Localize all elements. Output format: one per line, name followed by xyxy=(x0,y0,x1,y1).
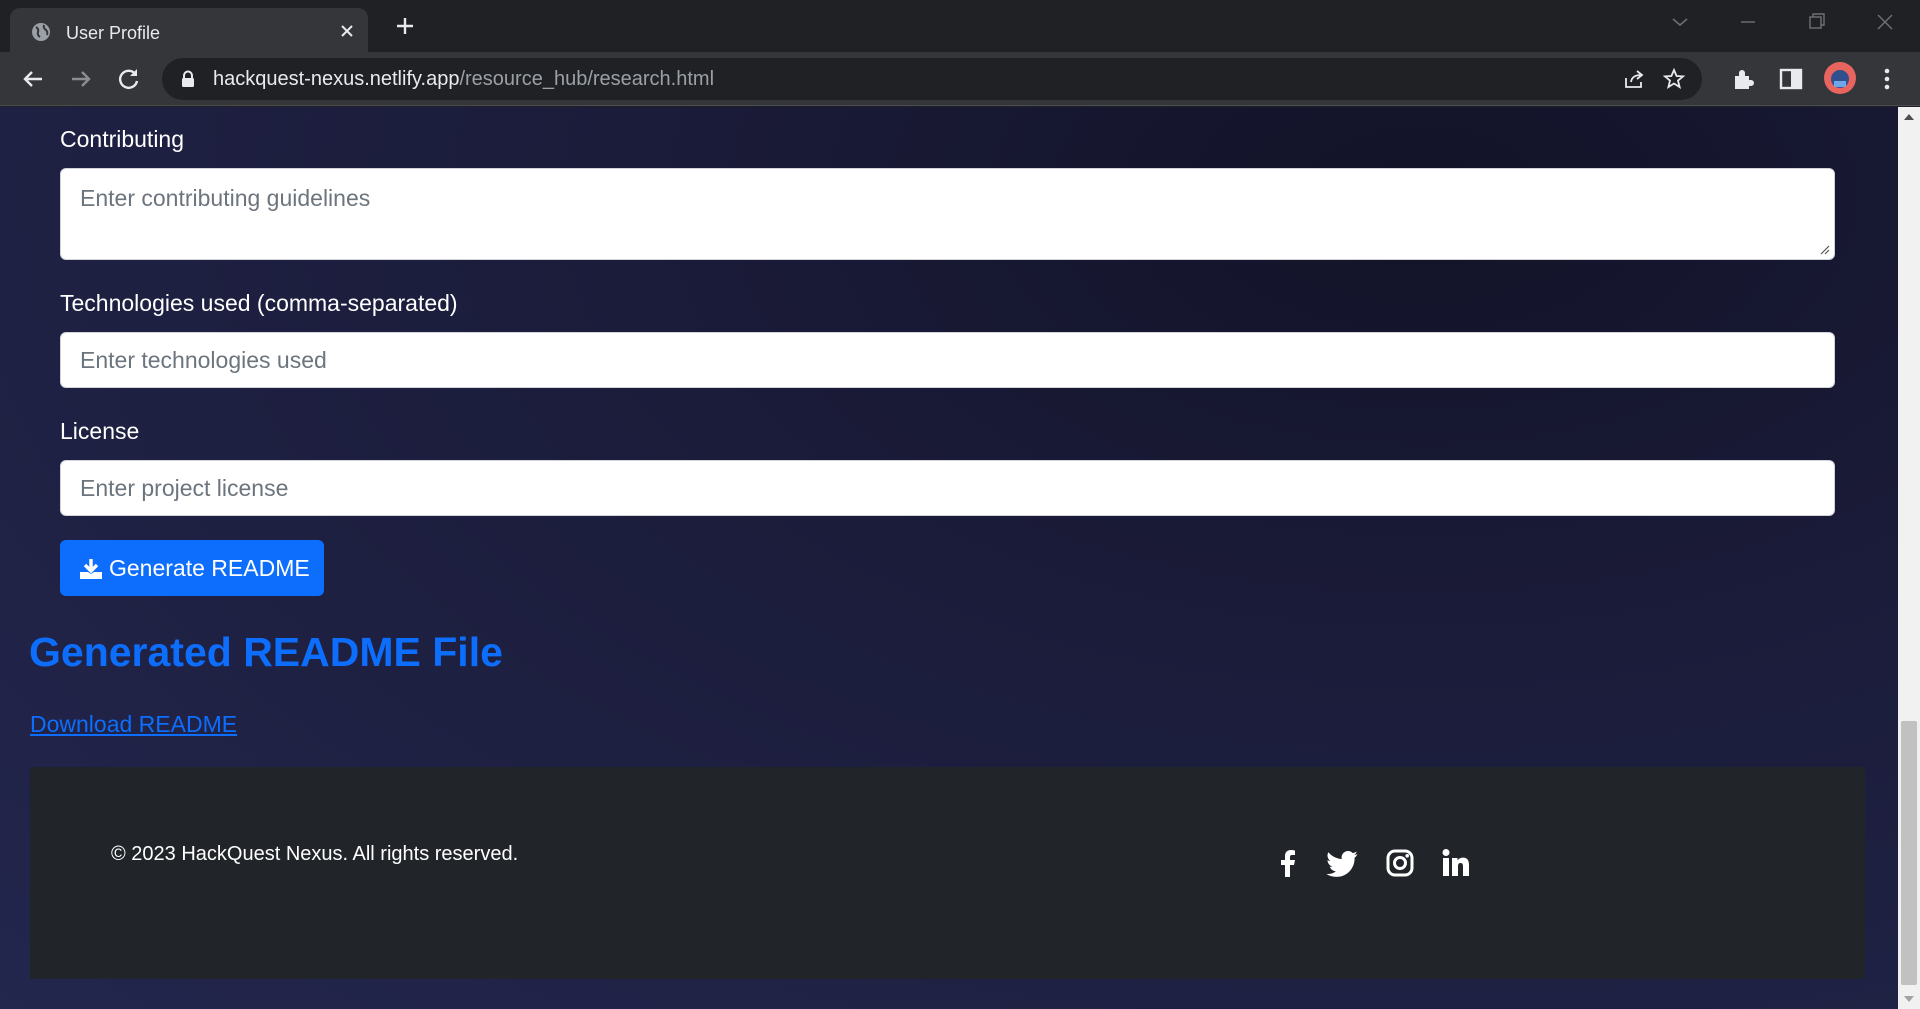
minimize-icon[interactable] xyxy=(1733,10,1763,34)
forward-arrow-icon[interactable] xyxy=(67,65,95,93)
extensions-icon[interactable] xyxy=(1729,65,1757,93)
menu-kebab-icon[interactable] xyxy=(1873,65,1901,93)
technologies-placeholder: Enter technologies used xyxy=(80,347,327,373)
side-panel-icon[interactable] xyxy=(1777,65,1805,93)
url-text[interactable]: hackquest-nexus.netlify.app/resource_hub… xyxy=(213,68,714,91)
avatar-image-icon xyxy=(1831,70,1849,88)
facebook-icon[interactable] xyxy=(1272,847,1304,879)
license-label: License xyxy=(60,418,140,444)
browser-toolbar: hackquest-nexus.netlify.app/resource_hub… xyxy=(0,52,1920,106)
profile-avatar[interactable] xyxy=(1824,62,1856,94)
address-bar[interactable]: hackquest-nexus.netlify.app/resource_hub… xyxy=(162,58,1702,100)
url-host: hackquest-nexus.netlify.app xyxy=(213,68,460,90)
tab-search-icon[interactable] xyxy=(1665,10,1695,34)
bookmark-star-icon[interactable] xyxy=(1662,67,1686,91)
share-icon[interactable] xyxy=(1622,67,1646,91)
technologies-input[interactable]: Enter technologies used xyxy=(60,332,1835,388)
scroll-down-arrow-icon[interactable] xyxy=(1904,995,1914,1003)
generated-readme-heading: Generated README File xyxy=(29,629,503,675)
license-input[interactable]: Enter project license xyxy=(60,460,1835,516)
browser-tab[interactable]: User Profile xyxy=(10,8,368,52)
window-close-icon[interactable] xyxy=(1870,10,1900,34)
url-path: /resource_hub/research.html xyxy=(459,68,715,90)
linkedin-icon[interactable] xyxy=(1440,847,1472,879)
contributing-textarea[interactable]: Enter contributing guidelines xyxy=(60,168,1835,260)
tab-bar: User Profile xyxy=(0,0,1920,52)
page-footer: © 2023 HackQuest Nexus. All rights reser… xyxy=(30,767,1865,979)
scroll-up-arrow-icon[interactable] xyxy=(1904,113,1914,121)
technologies-label: Technologies used (comma-separated) xyxy=(60,290,458,316)
generate-readme-button[interactable]: Generate README xyxy=(60,540,324,596)
page-scrollbar[interactable] xyxy=(1898,107,1920,1009)
page-content: Contributing Enter contributing guidelin… xyxy=(0,107,1898,1009)
download-icon xyxy=(80,559,102,579)
footer-copyright: © 2023 HackQuest Nexus. All rights reser… xyxy=(111,843,519,865)
back-arrow-icon[interactable] xyxy=(19,65,47,93)
twitter-icon[interactable] xyxy=(1326,847,1358,879)
lock-icon[interactable] xyxy=(180,70,196,88)
reload-icon[interactable] xyxy=(115,65,143,93)
new-tab-icon[interactable] xyxy=(393,14,417,38)
scrollbar-thumb[interactable] xyxy=(1901,721,1917,985)
resize-grip-icon[interactable] xyxy=(1818,243,1830,255)
globe-icon xyxy=(32,23,50,41)
restore-icon[interactable] xyxy=(1801,10,1831,34)
tab-title: User Profile xyxy=(66,23,161,43)
contributing-label: Contributing xyxy=(60,126,185,152)
instagram-icon[interactable] xyxy=(1384,847,1416,879)
license-placeholder: Enter project license xyxy=(80,475,289,501)
contributing-placeholder: Enter contributing guidelines xyxy=(80,185,371,211)
generate-readme-label: Generate README xyxy=(109,555,310,581)
download-readme-link[interactable]: Download README xyxy=(30,711,237,738)
close-icon[interactable] xyxy=(337,21,357,41)
